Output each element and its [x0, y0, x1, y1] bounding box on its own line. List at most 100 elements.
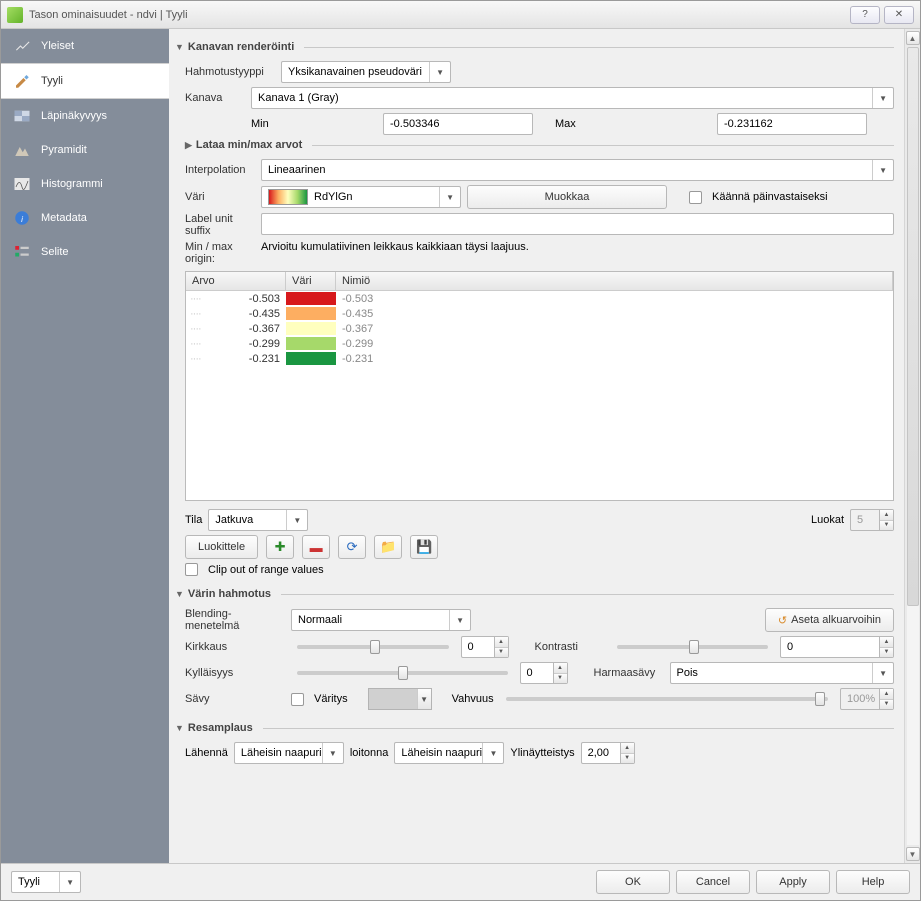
collapse-icon: ▼: [175, 589, 184, 599]
section-band-rendering[interactable]: ▼Kanavan renderöinti: [175, 41, 894, 53]
info-icon: i: [11, 209, 33, 227]
scroll-down-icon[interactable]: ▼: [906, 847, 920, 861]
open-folder-button[interactable]: 📁: [374, 535, 402, 559]
reset-button[interactable]: ↺Aseta alkuarvoihin: [765, 608, 894, 632]
dialog-window: Tason ominaisuudet - ndvi | Tyyli ? ✕ Yl…: [0, 0, 921, 901]
spin-down-icon[interactable]: ▼: [621, 754, 634, 764]
contrast-spinner[interactable]: 0▲▼: [780, 636, 894, 658]
interpolation-select[interactable]: Lineaarinen▼: [261, 159, 894, 181]
cell-value: -0.231: [186, 353, 286, 365]
chevron-down-icon: ▼: [59, 872, 74, 892]
vertical-scrollbar[interactable]: ▲ ▼: [904, 29, 920, 863]
cancel-button[interactable]: Cancel: [676, 870, 750, 894]
classes-spinner[interactable]: 5▲▼: [850, 509, 894, 531]
suffix-input[interactable]: [261, 213, 894, 235]
saturation-label: Kylläisyys: [185, 667, 285, 679]
add-entry-button[interactable]: ✚: [266, 535, 294, 559]
col-value[interactable]: Arvo: [186, 272, 286, 290]
ok-button[interactable]: OK: [596, 870, 670, 894]
saturation-slider[interactable]: [297, 671, 508, 675]
color-ramp-select[interactable]: RdYlGn▼: [261, 186, 461, 208]
sidebar-item-transparency[interactable]: Läpinäkyvyys: [1, 99, 169, 133]
brightness-slider[interactable]: [297, 645, 449, 649]
spin-up-icon[interactable]: ▲: [621, 743, 634, 754]
brush-icon: [11, 72, 33, 90]
spin-up-icon[interactable]: ▲: [880, 689, 893, 700]
render-type-select[interactable]: Yksikanavainen pseudoväri▼: [281, 61, 451, 83]
spin-down-icon[interactable]: ▼: [880, 700, 893, 710]
blending-select[interactable]: Normaali▼: [291, 609, 471, 631]
help-button[interactable]: Help: [836, 870, 910, 894]
scroll-thumb[interactable]: [907, 47, 919, 606]
oversampling-spinner[interactable]: 2,00▲▼: [581, 742, 635, 764]
apply-button[interactable]: Apply: [756, 870, 830, 894]
chevron-down-icon: ▼: [417, 689, 431, 709]
save-button[interactable]: 💾: [410, 535, 438, 559]
scroll-track[interactable]: [907, 47, 919, 845]
spin-up-icon[interactable]: ▲: [880, 637, 893, 648]
contrast-slider[interactable]: [617, 645, 769, 649]
colorize-checkbox[interactable]: [291, 693, 304, 706]
col-label[interactable]: Nimiö: [336, 272, 893, 290]
spin-up-icon[interactable]: ▲: [495, 637, 508, 648]
cell-value: -0.299: [186, 338, 286, 350]
cell-label: -0.299: [336, 338, 893, 350]
spin-down-icon[interactable]: ▼: [880, 521, 893, 531]
spin-down-icon[interactable]: ▼: [495, 648, 508, 658]
sidebar-item-pyramids[interactable]: Pyramidit: [1, 133, 169, 167]
band-select[interactable]: Kanava 1 (Gray)▼: [251, 87, 894, 109]
close-window-button[interactable]: ✕: [884, 6, 914, 24]
zoomout-select[interactable]: Läheisin naapuri▼: [394, 742, 504, 764]
saturation-spinner[interactable]: 0▲▼: [520, 662, 568, 684]
window-title: Tason ominaisuudet - ndvi | Tyyli: [29, 9, 846, 21]
chevron-down-icon: ▼: [872, 88, 887, 108]
sidebar-item-legend[interactable]: Selite: [1, 235, 169, 269]
spin-down-icon[interactable]: ▼: [554, 674, 567, 684]
titlebar: Tason ominaisuudet - ndvi | Tyyli ? ✕: [1, 1, 920, 29]
section-resampling[interactable]: ▼Resamplaus: [175, 722, 894, 734]
min-input[interactable]: -0.503346: [383, 113, 533, 135]
classify-button[interactable]: Luokittele: [185, 535, 258, 559]
strength-slider[interactable]: [506, 697, 828, 701]
section-load-minmax[interactable]: ▶Lataa min/max arvot: [185, 139, 894, 151]
help-window-button[interactable]: ?: [850, 6, 880, 24]
colorize-label: Väritys: [314, 693, 348, 705]
suffix-label: Label unit suffix: [185, 213, 255, 237]
cell-label: -0.367: [336, 323, 893, 335]
brightness-spinner[interactable]: 0▲▼: [461, 636, 509, 658]
table-row[interactable]: -0.503-0.503: [186, 291, 893, 306]
interpolation-label: Interpolation: [185, 164, 255, 176]
hue-label: Sävy: [185, 693, 285, 705]
strength-spinner[interactable]: 100%▲▼: [840, 688, 894, 710]
col-color[interactable]: Väri: [286, 272, 336, 290]
clip-checkbox[interactable]: [185, 563, 198, 576]
spin-up-icon[interactable]: ▲: [554, 663, 567, 674]
edit-ramp-button[interactable]: Muokkaa: [467, 185, 667, 209]
style-menu-button[interactable]: Tyyli▼: [11, 871, 81, 893]
zoomin-select[interactable]: Läheisin naapuri▼: [234, 742, 344, 764]
sidebar-item-metadata[interactable]: iMetadata: [1, 201, 169, 235]
histogram-icon: [11, 175, 33, 193]
spin-up-icon[interactable]: ▲: [880, 510, 893, 521]
cell-color: [286, 307, 336, 320]
scroll-up-icon[interactable]: ▲: [906, 31, 920, 45]
dialog-button-bar: Tyyli▼ OK Cancel Apply Help: [1, 863, 920, 900]
hue-color-picker[interactable]: ▼: [368, 688, 432, 710]
sidebar-item-style[interactable]: Tyyli: [1, 63, 169, 99]
section-color-rendering[interactable]: ▼Värin hahmotus: [175, 588, 894, 600]
sidebar-item-general[interactable]: Yleiset: [1, 29, 169, 63]
table-row[interactable]: -0.367-0.367: [186, 321, 893, 336]
max-input[interactable]: -0.231162: [717, 113, 867, 135]
invert-checkbox[interactable]: [689, 191, 702, 204]
mode-select[interactable]: Jatkuva▼: [208, 509, 308, 531]
remove-entry-button[interactable]: ▬: [302, 535, 330, 559]
sidebar-item-histogram[interactable]: Histogrammi: [1, 167, 169, 201]
grayscale-select[interactable]: Pois▼: [670, 662, 895, 684]
max-label: Max: [555, 118, 585, 130]
refresh-button[interactable]: ⟳: [338, 535, 366, 559]
table-row[interactable]: -0.435-0.435: [186, 306, 893, 321]
app-icon: [7, 7, 23, 23]
table-row[interactable]: -0.299 -0.299: [186, 336, 893, 351]
spin-down-icon[interactable]: ▼: [880, 648, 893, 658]
table-row[interactable]: -0.231-0.231: [186, 351, 893, 366]
